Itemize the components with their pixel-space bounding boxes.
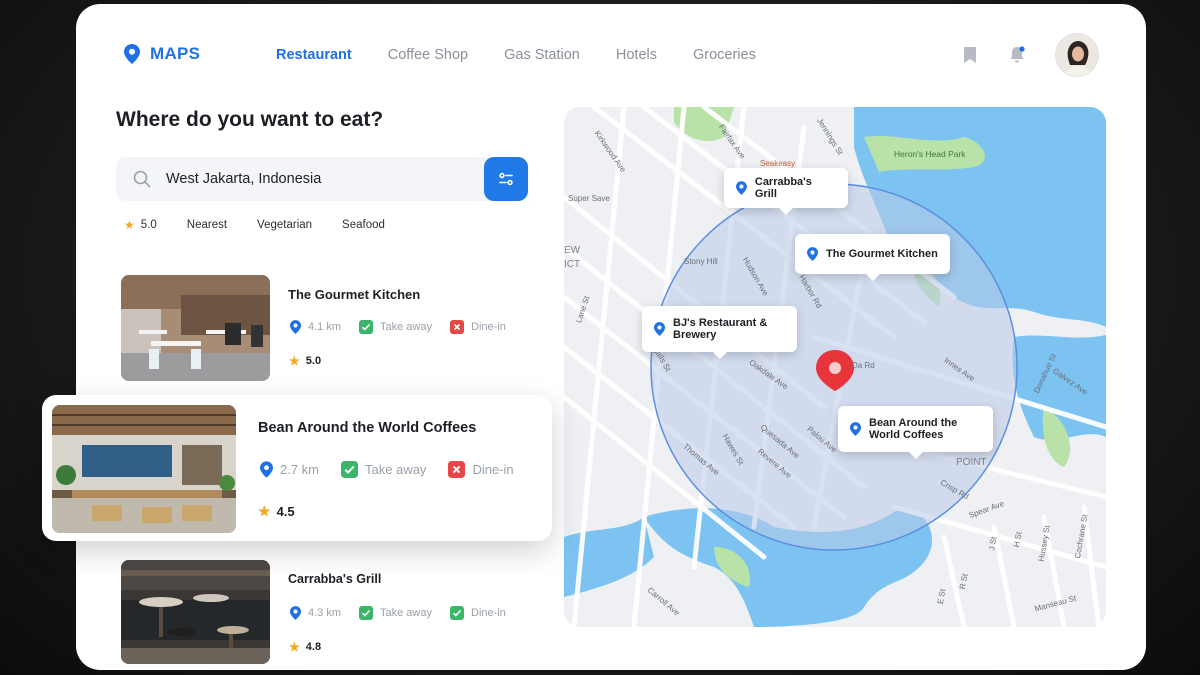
takeaway-tag: Take away <box>341 461 426 478</box>
app-window: MAPS Restaurant Coffee Shop Gas Station … <box>76 4 1146 670</box>
bell-icon[interactable] <box>1007 44 1027 66</box>
check-icon <box>341 461 359 478</box>
cross-icon <box>450 320 464 334</box>
map-view[interactable]: Fairfax Ave Kirkwood Ave Jennings St Hud… <box>564 107 1106 627</box>
dinein-tag: Dine-in <box>450 320 506 334</box>
location-pin-icon <box>807 247 818 261</box>
restaurant-name[interactable]: Bean Around the World Coffees <box>258 420 476 436</box>
chip-vegetarian[interactable]: Vegetarian <box>257 219 312 231</box>
map-marker-gourmet-kitchen[interactable]: The Gourmet Kitchen <box>795 234 950 281</box>
dinein-tag: Dine-in <box>448 461 514 478</box>
street-label: Da Rd <box>852 361 875 370</box>
search-icon <box>133 170 151 188</box>
category-nav: Restaurant Coffee Shop Gas Station Hotel… <box>276 47 756 63</box>
location-pin-icon <box>654 322 665 336</box>
restaurant-rating: ★ 4.8 <box>289 640 322 654</box>
cross-icon <box>448 461 466 478</box>
district-label: POINT <box>956 457 987 468</box>
location-pin-icon <box>290 320 301 334</box>
location-pin-icon <box>850 422 861 436</box>
location-pin-icon <box>736 181 747 195</box>
map-marker-bean-around[interactable]: Bean Around the World Coffees <box>838 406 993 459</box>
restaurant-photo[interactable] <box>121 560 270 664</box>
restaurant-meta: 4.1 km Take away Dine-in <box>290 320 506 334</box>
logo[interactable]: MAPS <box>124 44 200 64</box>
distance: 4.3 km <box>290 606 341 620</box>
star-icon: ★ <box>289 640 300 654</box>
map-marker-bjs-brewery[interactable]: BJ's Restaurant & Brewery <box>642 306 797 359</box>
page-title: Where do you want to eat? <box>116 108 384 131</box>
check-icon <box>359 320 374 334</box>
search-input[interactable] <box>166 171 466 187</box>
restaurant-name[interactable]: The Gourmet Kitchen <box>288 287 420 302</box>
restaurant-rating: ★ 5.0 <box>289 354 322 368</box>
featured-restaurant-card[interactable]: Bean Around the World Coffees 2.7 km Tak… <box>42 395 552 541</box>
filter-chips: ★ 5.0 Nearest Vegetarian Seafood <box>124 218 385 232</box>
check-icon <box>359 606 374 620</box>
chip-nearest[interactable]: Nearest <box>187 219 227 231</box>
restaurant-photo[interactable] <box>52 405 236 533</box>
takeaway-tag: Take away <box>359 606 432 620</box>
restaurant-photo[interactable] <box>121 275 270 381</box>
star-icon: ★ <box>289 354 300 368</box>
star-icon: ★ <box>124 218 135 232</box>
location-pin-icon <box>290 606 301 620</box>
place-label: Stony Hill <box>684 257 718 266</box>
restaurant-meta: 2.7 km Take away Dine-in <box>260 461 514 478</box>
user-photo <box>1056 34 1098 76</box>
nav-coffee-shop[interactable]: Coffee Shop <box>388 47 468 63</box>
district-label: ICT <box>564 259 581 270</box>
marker-label: Bean Around the World Coffees <box>869 417 958 441</box>
filter-button[interactable] <box>484 157 528 201</box>
nav-restaurant[interactable]: Restaurant <box>276 47 352 63</box>
distance: 2.7 km <box>260 461 319 478</box>
location-pin-icon <box>260 461 273 478</box>
place-label: Seakeasy <box>760 159 796 168</box>
star-icon: ★ <box>258 503 271 519</box>
avatar[interactable] <box>1055 33 1099 77</box>
nav-hotels[interactable]: Hotels <box>616 47 657 63</box>
map-marker-carrabbas[interactable]: Carrabba's Grill <box>724 168 848 215</box>
app-title: MAPS <box>150 44 201 63</box>
chip-seafood[interactable]: Seafood <box>342 219 385 231</box>
restaurant-rating: ★ 4.5 <box>258 503 295 519</box>
bookmark-icon[interactable] <box>960 44 980 66</box>
search-bar <box>116 157 528 201</box>
dinein-tag: Dine-in <box>450 606 506 620</box>
nav-groceries[interactable]: Groceries <box>693 47 756 63</box>
park-label: Heron's Head Park <box>894 149 966 159</box>
nav-gas-station[interactable]: Gas Station <box>504 47 580 63</box>
district-label: EW <box>564 245 581 256</box>
filter-icon <box>499 172 513 186</box>
restaurant-meta: 4.3 km Take away Dine-in <box>290 606 506 620</box>
location-pin-icon <box>124 44 140 64</box>
chip-rating[interactable]: ★ 5.0 <box>124 218 157 232</box>
distance: 4.1 km <box>290 320 341 334</box>
marker-label: BJ's Restaurant & Brewery <box>673 317 768 341</box>
takeaway-tag: Take away <box>359 320 432 334</box>
place-label: Super Save <box>568 194 610 203</box>
restaurant-name[interactable]: Carrabba's Grill <box>288 572 381 586</box>
check-icon <box>450 606 464 620</box>
